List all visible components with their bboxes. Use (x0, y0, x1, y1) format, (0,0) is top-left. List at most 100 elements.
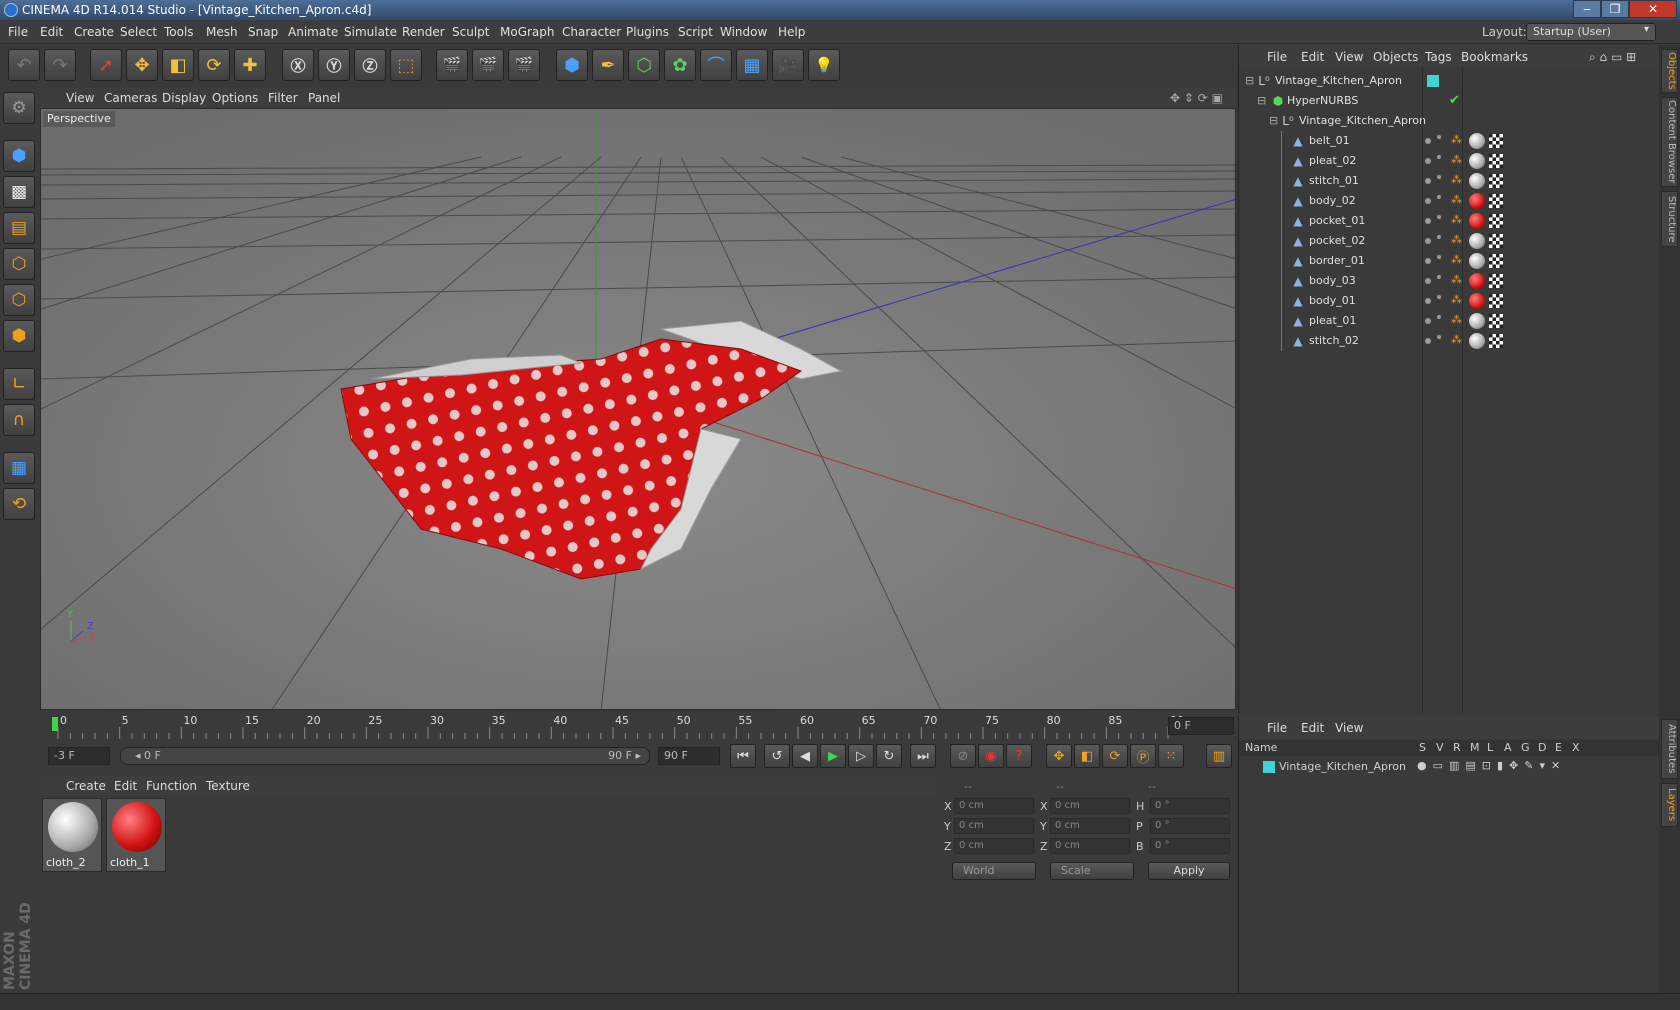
texture-mode-button[interactable]: ▩ (3, 176, 35, 208)
visibility-dot[interactable] (1425, 318, 1431, 324)
material-tag-icon[interactable] (1469, 293, 1485, 309)
tab-content-browser[interactable]: Content Browser (1661, 97, 1678, 187)
viewport-menu-view[interactable]: View (66, 91, 94, 105)
position-x-field[interactable]: 0 cm (954, 798, 1034, 814)
menu-select[interactable]: Select (120, 25, 157, 39)
visibility-dot[interactable] (1425, 338, 1431, 344)
object-row-hypernurbs[interactable]: ⊟ ⬢ HyperNURBS ✔ (1239, 91, 1659, 111)
render-dot[interactable] (1437, 215, 1441, 219)
uvw-tag-icon[interactable] (1489, 294, 1503, 308)
visibility-dot[interactable] (1425, 158, 1431, 164)
z-axis-button[interactable]: Ⓩ (354, 49, 386, 81)
viewport-menu-cameras[interactable]: Cameras (104, 91, 157, 105)
undo-button[interactable]: ↶ (8, 49, 40, 81)
object-menu-file[interactable]: File (1267, 50, 1287, 64)
visibility-dot[interactable] (1425, 218, 1431, 224)
polygons-mode-button[interactable]: ⬢ (3, 320, 35, 352)
menu-simulate[interactable]: Simulate (344, 25, 397, 39)
layout-select[interactable]: Startup (User) (1526, 23, 1656, 41)
menu-tools[interactable]: Tools (164, 25, 194, 39)
uvw-tag-icon[interactable] (1489, 134, 1503, 148)
menu-sculpt[interactable]: Sculpt (452, 25, 489, 39)
object-row[interactable]: ▲ pleat_02 ⁂ (1239, 151, 1659, 171)
object-row[interactable]: ▲ stitch_01 ⁂ (1239, 171, 1659, 191)
layer-menu-view[interactable]: View (1335, 721, 1363, 735)
layer-menu-edit[interactable]: Edit (1301, 721, 1324, 735)
menu-plugins[interactable]: Plugins (626, 25, 669, 39)
position-z-field[interactable]: 0 cm (954, 838, 1034, 854)
frame-range-slider[interactable]: ◂ 0 F 90 F ▸ (120, 747, 650, 765)
menu-file[interactable]: File (8, 25, 28, 39)
material-tag-icon[interactable] (1469, 233, 1485, 249)
autokey-button[interactable]: ◉ (978, 744, 1004, 768)
material-cloth-1[interactable]: cloth_1 (106, 798, 166, 872)
spline-button[interactable]: ✒ (592, 49, 624, 81)
viewport-menu-display[interactable]: Display (162, 91, 206, 105)
render-dot[interactable] (1437, 175, 1441, 179)
prev-frame-button[interactable]: ◀ (792, 744, 818, 768)
size-y-field[interactable]: 0 cm (1050, 818, 1130, 834)
phong-tag-icon[interactable]: ⁂ (1451, 273, 1462, 286)
material-tag-icon[interactable] (1469, 273, 1485, 289)
preview-end-field[interactable]: 90 F (658, 747, 720, 765)
visibility-dot[interactable] (1425, 198, 1431, 204)
phong-tag-icon[interactable]: ⁂ (1451, 333, 1462, 346)
viewport-nav-icons[interactable]: ✥ ⇕ ⟳ ▣ (1170, 91, 1223, 105)
play-button[interactable]: ▶ (820, 744, 846, 768)
collapse-icon[interactable]: ⊟ (1257, 94, 1266, 107)
uvw-tag-icon[interactable] (1489, 334, 1503, 348)
uvw-tag-icon[interactable] (1489, 214, 1503, 228)
uvw-tag-icon[interactable] (1489, 234, 1503, 248)
key-rotation-button[interactable]: ⟳ (1102, 744, 1128, 768)
model-mode-button[interactable]: ⬢ (3, 140, 35, 172)
rotation-h-field[interactable]: 0 ° (1150, 798, 1230, 814)
material-tag-icon[interactable] (1469, 173, 1485, 189)
uvw-tag-icon[interactable] (1489, 194, 1503, 208)
visibility-dot[interactable] (1425, 258, 1431, 264)
playhead-marker[interactable] (52, 717, 58, 731)
scale-select[interactable]: Scale (1050, 862, 1134, 880)
render-dot[interactable] (1437, 235, 1441, 239)
workplane-lock-button[interactable]: ▦ (3, 452, 35, 484)
current-frame-field[interactable]: 0 F (1168, 717, 1234, 735)
object-row[interactable]: ▲ stitch_02 ⁂ (1239, 331, 1659, 351)
collapse-icon[interactable]: ⊟ (1269, 114, 1278, 127)
material-tag-icon[interactable] (1469, 193, 1485, 209)
object-row[interactable]: ▲ border_01 ⁂ (1239, 251, 1659, 271)
render-dot[interactable] (1437, 275, 1441, 279)
menu-window[interactable]: Window (720, 25, 767, 39)
viewport-menu-options[interactable]: Options (212, 91, 258, 105)
add-tool-button[interactable]: ✚ (234, 49, 266, 81)
menu-edit[interactable]: Edit (40, 25, 63, 39)
prev-key-button[interactable]: ↺ (764, 744, 790, 768)
close-button[interactable]: ✕ (1629, 0, 1677, 18)
render-dot[interactable] (1437, 335, 1441, 339)
light-button[interactable]: 💡 (808, 49, 840, 81)
world-select[interactable]: World (952, 862, 1036, 880)
key-position-button[interactable]: ✥ (1046, 744, 1072, 768)
position-y-field[interactable]: 0 cm (954, 818, 1034, 834)
goto-start-button[interactable]: ⏮ (730, 744, 756, 768)
snap-button[interactable]: ∩ (3, 404, 35, 436)
size-x-field[interactable]: 0 cm (1050, 798, 1130, 814)
nurbs-button[interactable]: ⬡ (628, 49, 660, 81)
uvw-tag-icon[interactable] (1489, 254, 1503, 268)
render-dot[interactable] (1437, 195, 1441, 199)
floor-button[interactable]: ▦ (736, 49, 768, 81)
menu-help[interactable]: Help (778, 25, 805, 39)
make-editable-button[interactable]: ⚙ (3, 92, 35, 124)
redo-button[interactable]: ↷ (44, 49, 76, 81)
visibility-dot[interactable] (1425, 238, 1431, 244)
phong-tag-icon[interactable]: ⁂ (1451, 133, 1462, 146)
coordinate-system-button[interactable]: ⬚ (390, 49, 422, 81)
rotation-p-field[interactable]: 0 ° (1150, 818, 1230, 834)
object-row[interactable]: ▲ body_03 ⁂ (1239, 271, 1659, 291)
visibility-dot[interactable] (1425, 298, 1431, 304)
render-dot[interactable] (1437, 315, 1441, 319)
apply-button[interactable]: Apply (1148, 862, 1230, 880)
menu-animate[interactable]: Animate (288, 25, 338, 39)
render-dot[interactable] (1437, 295, 1441, 299)
material-cloth-2[interactable]: cloth_2 (42, 798, 102, 872)
tab-layers[interactable]: Layers (1661, 783, 1678, 827)
deformer-button[interactable]: ⌒ (700, 49, 732, 81)
